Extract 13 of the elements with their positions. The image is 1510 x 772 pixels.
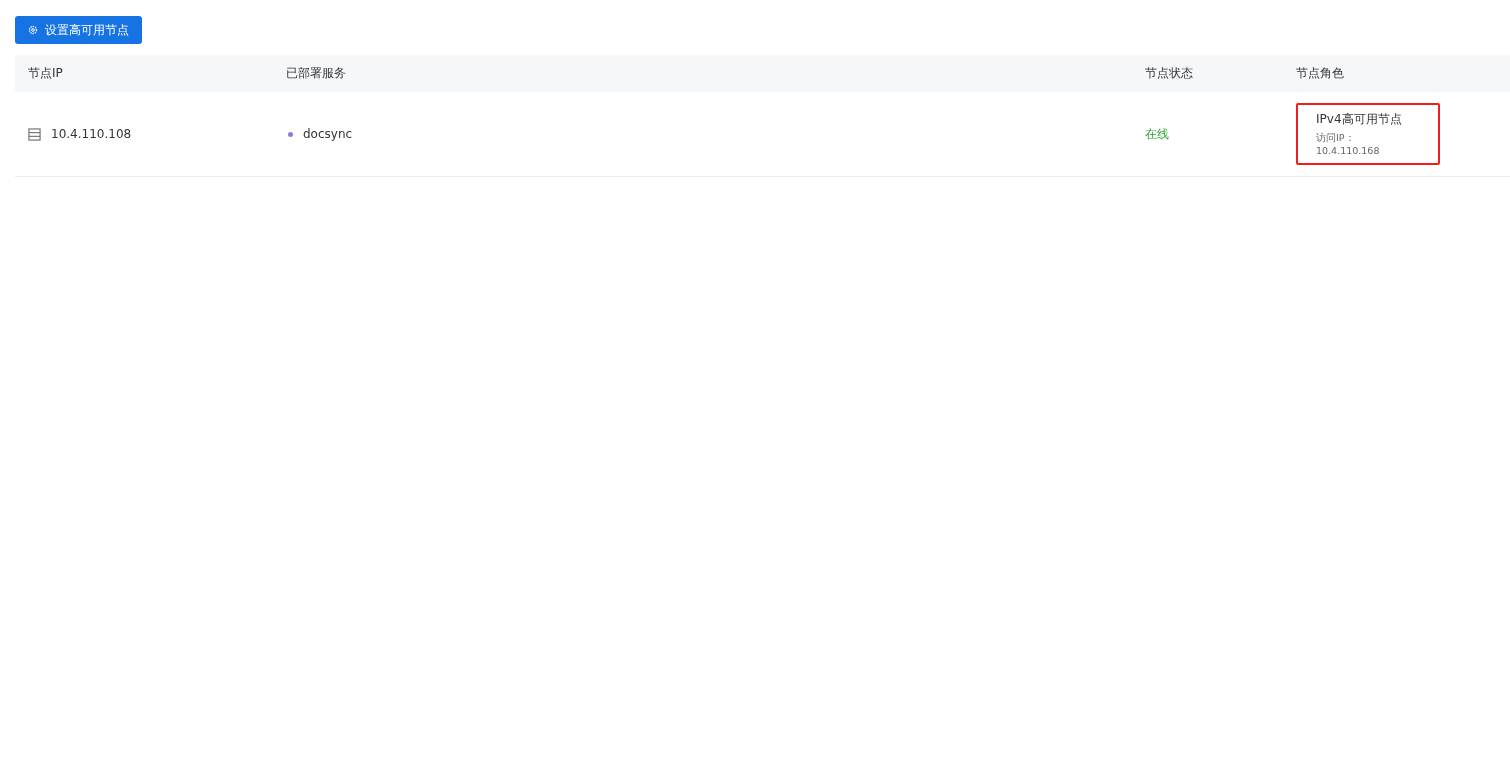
access-label: 访问IP： bbox=[1316, 131, 1356, 144]
service-name: docsync bbox=[303, 127, 353, 141]
role-title: IPv4高可用节点 bbox=[1316, 111, 1403, 128]
column-header: 节点状态 bbox=[1144, 65, 1194, 82]
column-header: 节点角色 bbox=[1295, 65, 1345, 82]
server-icon bbox=[28, 127, 41, 141]
access-ip: 10.4.110.168 bbox=[1316, 144, 1381, 157]
node-ip: 10.4.110.108 bbox=[51, 127, 132, 141]
settings-icon bbox=[28, 25, 38, 35]
node-status: 在线 bbox=[1145, 125, 1169, 143]
set-ha-node-button[interactable]: 设置高可用节点 bbox=[15, 16, 142, 44]
column-header: 节点IP bbox=[27, 65, 64, 82]
column-header: 已部署服务 bbox=[285, 65, 347, 82]
